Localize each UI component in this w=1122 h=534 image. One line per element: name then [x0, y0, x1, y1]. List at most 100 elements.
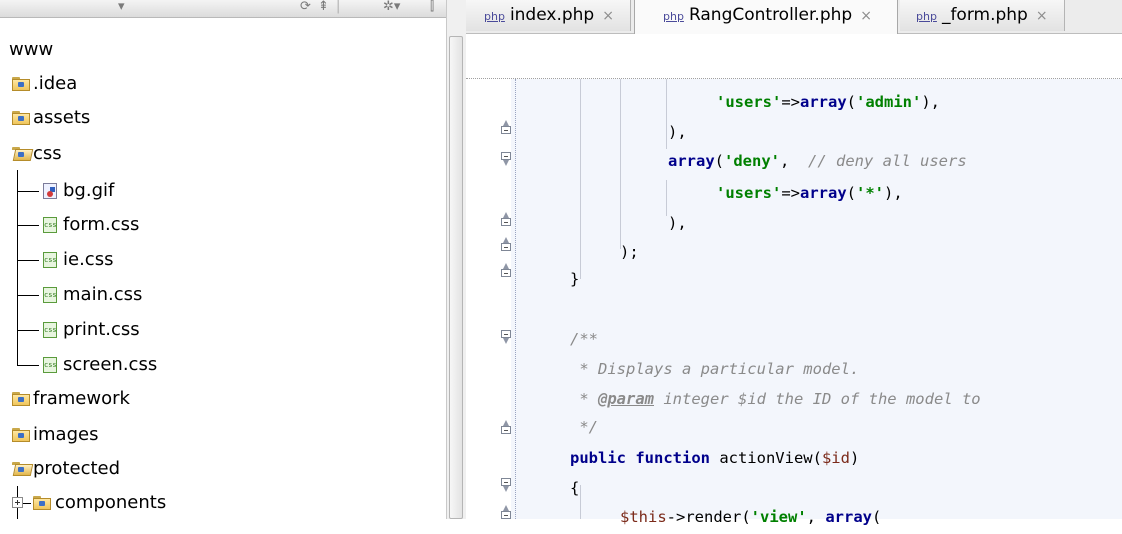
project-toolbar: ▾ ⟳ ⇞ | ✲▾ ⫿: [0, 0, 446, 18]
tree-item-idea[interactable]: .idea: [9, 67, 209, 101]
tree-connector: [17, 330, 39, 331]
fold-start-icon[interactable]: [501, 478, 511, 492]
code-token-identifier: actionView(: [709, 449, 822, 467]
fold-end-icon[interactable]: [501, 120, 511, 134]
tree-item-print-css[interactable]: css print.css: [41, 313, 241, 347]
code-comment: /**: [570, 330, 598, 348]
code-token-string: 'admin': [856, 93, 922, 111]
fold-end-icon[interactable]: [501, 505, 511, 519]
hide-pane-icon[interactable]: ⫿: [430, 0, 434, 16]
indent-guide: [666, 79, 667, 149]
collapse-all-icon[interactable]: ⇞: [318, 0, 329, 16]
tab-form-php[interactable]: php _form.php ×: [900, 0, 1065, 31]
code-comment: // deny all users: [808, 152, 967, 170]
tree-item-protected[interactable]: protected: [9, 452, 209, 486]
indent-guide: [580, 485, 581, 519]
code-line: * Displays a particular model.: [570, 352, 859, 386]
code-comment: integer $id the ID of the model to: [654, 390, 990, 408]
close-tab-icon[interactable]: ×: [1036, 8, 1048, 24]
fold-start-icon[interactable]: [501, 152, 511, 166]
code-token-punct: ),: [884, 184, 903, 202]
code-token-punct: }: [570, 270, 580, 288]
php-file-icon: php: [663, 10, 684, 23]
folder-icon: [33, 496, 51, 510]
code-token-keyword: array: [825, 508, 873, 526]
editor-gutter[interactable]: [466, 79, 511, 519]
fold-end-icon[interactable]: [501, 420, 511, 434]
code-editor: php index.php × php RangController.php × php…: [466, 0, 1122, 526]
code-token-string: 'deny': [724, 152, 781, 170]
tree-item-components[interactable]: components: [9, 486, 229, 519]
toolbar-separator: |: [336, 0, 341, 14]
tab-label: _form.php: [941, 5, 1028, 25]
tree-item-css-folder[interactable]: css: [9, 137, 209, 171]
tab-label: index.php: [509, 5, 595, 25]
fold-start-icon[interactable]: [501, 330, 511, 344]
code-line: 'users'=>array('admin'),: [716, 85, 940, 119]
tree-item-label: bg.gif: [63, 180, 115, 201]
close-tab-icon[interactable]: ×: [860, 8, 872, 24]
project-scrollbar-thumb[interactable]: [449, 36, 463, 519]
tree-item-ie-css[interactable]: css ie.css: [41, 243, 241, 277]
code-token-keyword: array: [800, 93, 847, 111]
code-token-keyword: array: [800, 184, 847, 202]
code-token-variable: $this: [620, 508, 667, 526]
code-token-operator: ->render(: [666, 508, 751, 526]
code-line: array('deny', // deny all users: [668, 144, 967, 178]
tree-connector: [17, 225, 39, 226]
tab-index-php[interactable]: php index.php ×: [466, 0, 631, 31]
tree-connector: [23, 503, 31, 504]
fold-end-icon[interactable]: [501, 212, 511, 226]
indent-guide: [580, 79, 581, 279]
tab-rangcontroller-php[interactable]: php RangController.php ×: [634, 0, 898, 34]
tree-connector: [17, 295, 39, 296]
tree-item-assets[interactable]: assets: [9, 101, 209, 135]
indent-guide: [620, 79, 621, 249]
tree-item-label: assets: [33, 107, 91, 128]
tree-item-bg-gif[interactable]: bg.gif: [41, 174, 241, 208]
css-file-icon: css: [43, 357, 57, 373]
tree-item-label: css: [33, 143, 62, 164]
tree-item-framework[interactable]: framework: [9, 382, 209, 416]
tree-item-images[interactable]: images: [9, 418, 209, 452]
code-doc-tag: @param: [598, 390, 654, 408]
fold-end-icon[interactable]: [501, 237, 511, 251]
code-token-punct: ),: [668, 123, 687, 141]
tree-item-label: main.css: [63, 284, 143, 305]
code-token-punct: (: [714, 152, 725, 170]
tree-item-main-css[interactable]: css main.css: [41, 278, 241, 312]
tree-item-screen-css[interactable]: css screen.css: [41, 348, 241, 382]
tree-connector: [17, 191, 39, 192]
indent-guide: [666, 180, 667, 216]
dropdown-arrow-icon[interactable]: ▾: [118, 0, 125, 16]
close-tab-icon[interactable]: ×: [602, 8, 614, 24]
tree-item-label: protected: [33, 458, 121, 479]
code-token-punct: );: [620, 243, 639, 261]
code-line: 'users'=>array('*'),: [716, 176, 903, 210]
expand-plus-icon[interactable]: [12, 497, 23, 508]
tree-item-label: components: [55, 492, 167, 513]
settings-gear-icon[interactable]: ✲▾: [383, 0, 400, 16]
code-line: */: [570, 410, 598, 444]
code-line: $this->render('view', array(: [620, 500, 881, 534]
code-token-punct: {: [570, 479, 580, 497]
code-line: }: [570, 262, 579, 296]
tree-item-form-css[interactable]: css form.css: [41, 208, 241, 242]
code-token-punct: ,: [780, 152, 809, 170]
css-file-icon: css: [43, 322, 57, 338]
code-token-punct: ): [849, 449, 860, 467]
tab-label: RangController.php: [688, 5, 853, 25]
code-token-string: 'users': [716, 184, 782, 202]
code-token-string: 'users': [716, 93, 782, 111]
tree-item-label: images: [33, 424, 99, 445]
php-file-icon: php: [484, 10, 505, 23]
code-token-punct: (: [846, 93, 857, 111]
code-token-punct: ),: [921, 93, 941, 111]
code-line: * @param integer $id the ID of the model…: [570, 382, 990, 416]
code-line: ),: [668, 206, 687, 240]
sync-icon[interactable]: ⟳: [300, 0, 311, 16]
code-line: public function actionView($id): [570, 441, 859, 475]
editor-tab-bar: php index.php × php RangController.php × php…: [466, 0, 1122, 34]
tree-item-label: screen.css: [63, 354, 158, 375]
fold-end-icon[interactable]: [501, 263, 511, 277]
